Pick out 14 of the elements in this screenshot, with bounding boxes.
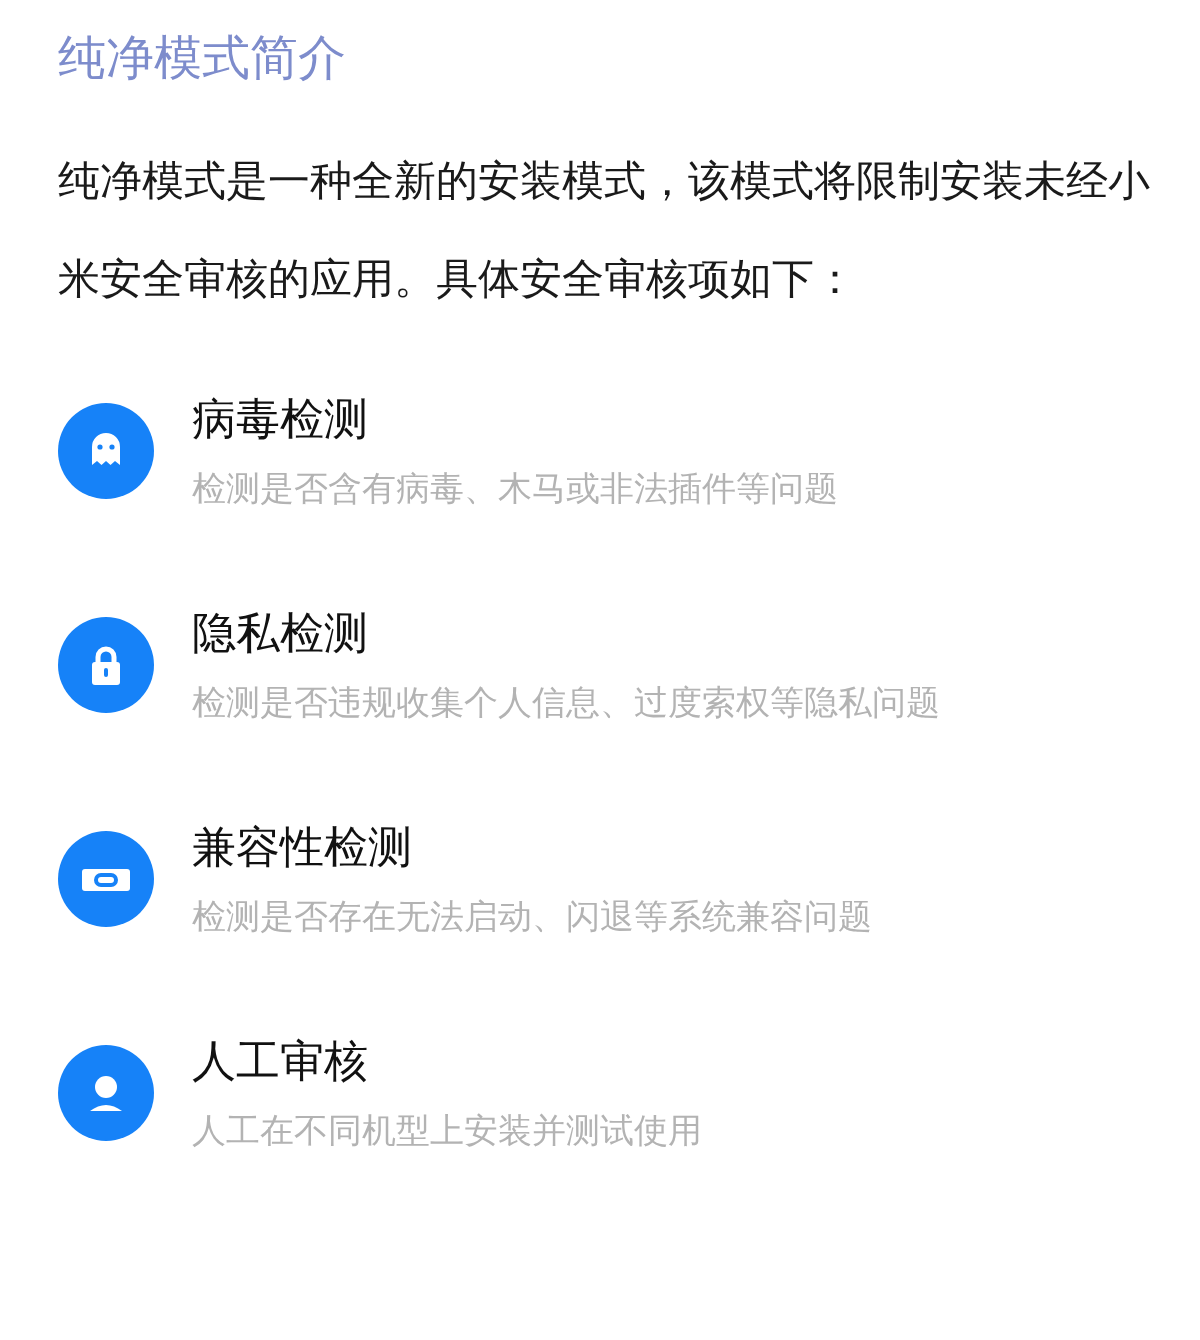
check-title: 人工审核 [192, 1034, 368, 1088]
check-title: 兼容性检测 [192, 820, 412, 874]
ghost-icon [58, 403, 154, 499]
lock-icon [58, 617, 154, 713]
link-icon [58, 831, 154, 927]
check-description: 检测是否违规收集个人信息、过度索权等隐私问题 [192, 681, 940, 724]
check-description: 检测是否含有病毒、木马或非法插件等问题 [192, 467, 838, 510]
section-title: 纯净模式简介 [58, 28, 346, 87]
intro-paragraph: 纯净模式是一种全新的安装模式，该模式将限制安装未经小米安全审核的应用。具体安全审核项如下： [58, 155, 1151, 305]
check-description: 检测是否存在无法启动、闪退等系统兼容问题 [192, 895, 872, 938]
check-title: 病毒检测 [192, 392, 368, 446]
check-title: 隐私检测 [192, 606, 368, 660]
person-icon [58, 1045, 154, 1141]
check-description: 人工在不同机型上安装并测试使用 [192, 1109, 702, 1152]
